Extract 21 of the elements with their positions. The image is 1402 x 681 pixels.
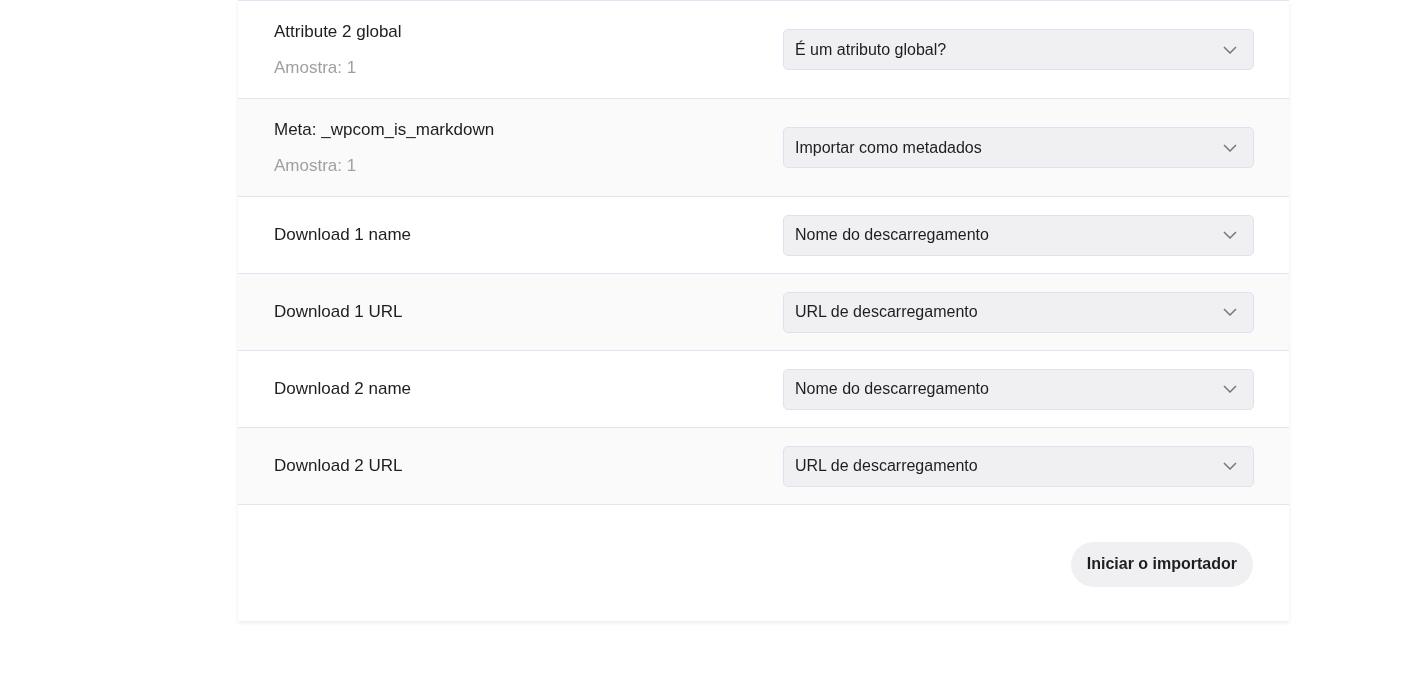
chevron-down-icon (1223, 385, 1237, 393)
mapping-dropdown[interactable]: Importar como metadados (783, 127, 1254, 168)
mapping-dropdown[interactable]: Nome do descarregamento (783, 214, 1254, 256)
chevron-down-icon (1223, 462, 1237, 470)
column-name: Download 2 URL (274, 455, 403, 478)
column-name: Meta: _wpcom_is_markdown (274, 119, 495, 141)
column-name: Download 1 URL (274, 301, 403, 324)
chevron-down-icon (1223, 45, 1237, 54)
mapping-dropdown[interactable]: URL de descarregamento (783, 291, 1254, 333)
sample-value: Amostra: 1 (274, 56, 358, 79)
column-name: Download 2 name (274, 378, 412, 401)
chevron-down-icon (1223, 143, 1237, 152)
mapping-dropdown[interactable]: É um atributo global? (783, 29, 1254, 70)
chevron-down-icon (1223, 231, 1237, 239)
sample-value: Amostra: 1 (274, 154, 358, 177)
chevron-down-icon (1223, 308, 1237, 316)
mapping-dropdown[interactable]: Nome do descarregamento (783, 368, 1254, 410)
start-importer-button[interactable]: Iniciar o importador (1070, 541, 1253, 587)
column-name: Download 1 name (274, 224, 412, 247)
column-name: Attribute 2 global (274, 21, 402, 43)
mapping-dropdown[interactable]: URL de descarregamento (783, 445, 1254, 487)
